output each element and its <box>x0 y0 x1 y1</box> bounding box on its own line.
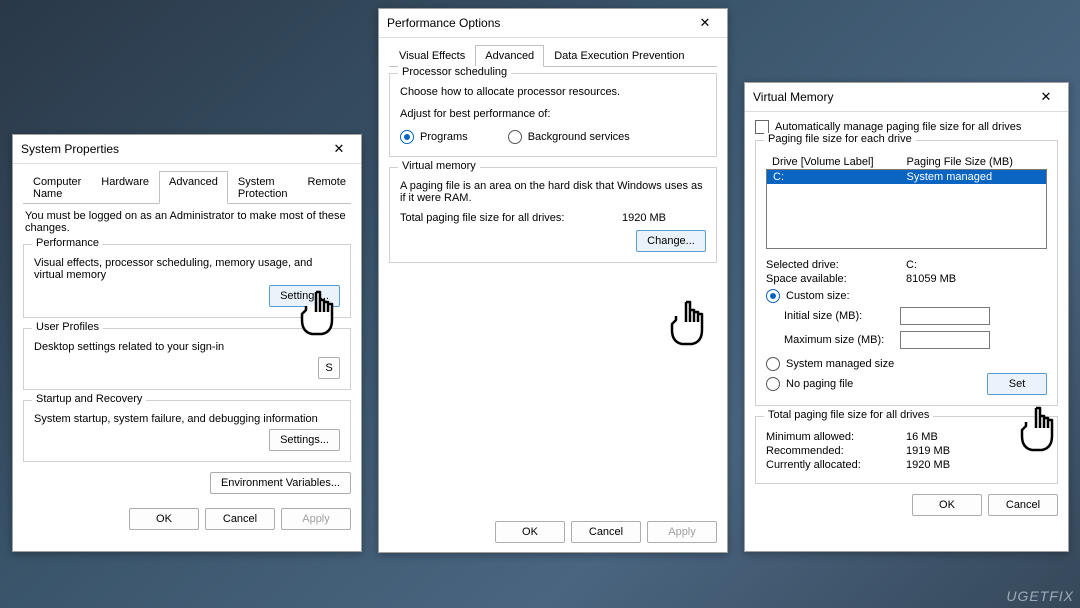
space-available-value: 81059 MB <box>906 273 956 285</box>
change-button[interactable]: Change... <box>636 230 706 252</box>
drive-row-selected[interactable]: C: System managed <box>767 170 1046 184</box>
sysprops-titlebar[interactable]: System Properties ✕ <box>13 135 361 164</box>
paging-file-legend: Paging file size for each drive <box>764 133 916 145</box>
recommended-value: 1919 MB <box>906 445 950 457</box>
selected-drive-label: Selected drive: <box>766 259 906 271</box>
userprofiles-group: User Profiles Desktop settings related t… <box>23 328 351 390</box>
radio-system-managed[interactable]: System managed size <box>766 357 1047 371</box>
tab-remote[interactable]: Remote <box>297 171 356 204</box>
radio-nopaging-label: No paging file <box>786 378 853 390</box>
startup-desc: System startup, system failure, and debu… <box>34 413 340 425</box>
maximum-size-label: Maximum size (MB): <box>784 334 894 346</box>
tab-dep[interactable]: Data Execution Prevention <box>544 45 694 67</box>
system-properties-dialog: System Properties ✕ Computer Name Hardwa… <box>12 134 362 552</box>
col-drive: Drive [Volume Label] <box>772 156 907 168</box>
virtual-memory-group: Virtual memory A paging file is an area … <box>389 167 717 263</box>
vmem-total-value: 1920 MB <box>622 212 666 224</box>
radio-custom-size[interactable]: Custom size: <box>766 289 1047 303</box>
sysprops-tabs: Computer Name Hardware Advanced System P… <box>23 170 351 204</box>
tab-advanced[interactable]: Advanced <box>475 45 544 67</box>
radio-no-paging[interactable]: No paging file <box>766 377 853 391</box>
sysprops-cancel-button[interactable]: Cancel <box>205 508 275 530</box>
tab-advanced[interactable]: Advanced <box>159 171 228 204</box>
sysprops-apply-button[interactable]: Apply <box>281 508 351 530</box>
initial-size-input[interactable] <box>900 307 990 325</box>
startup-group: Startup and Recovery System startup, sys… <box>23 400 351 462</box>
watermark: UGETFIX <box>1006 588 1074 604</box>
maximum-size-input[interactable] <box>900 331 990 349</box>
radio-icon <box>400 130 414 144</box>
drive-row-value: System managed <box>907 171 1041 183</box>
vmem-title: Virtual Memory <box>753 90 833 104</box>
close-icon[interactable]: ✕ <box>1028 86 1064 108</box>
performance-desc: Visual effects, processor scheduling, me… <box>34 257 340 281</box>
processor-scheduling-group: Processor scheduling Choose how to alloc… <box>389 73 717 157</box>
set-button[interactable]: Set <box>987 373 1047 395</box>
perfoptions-titlebar[interactable]: Performance Options ✕ <box>379 9 727 38</box>
radio-background[interactable]: Background services <box>508 130 630 144</box>
minimum-label: Minimum allowed: <box>766 431 906 443</box>
drive-list-header: Drive [Volume Label] Paging File Size (M… <box>766 155 1047 169</box>
radio-icon <box>766 289 780 303</box>
checkbox-icon <box>755 120 769 134</box>
allocated-value: 1920 MB <box>906 459 950 471</box>
performance-legend: Performance <box>32 237 103 249</box>
userprofiles-desc: Desktop settings related to your sign-in <box>34 341 340 353</box>
vmem-cancel-button[interactable]: Cancel <box>988 494 1058 516</box>
radio-icon <box>766 357 780 371</box>
auto-manage-label: Automatically manage paging file size fo… <box>775 121 1021 133</box>
auto-manage-checkbox[interactable]: Automatically manage paging file size fo… <box>755 120 1058 134</box>
recommended-label: Recommended: <box>766 445 906 457</box>
scheduling-legend: Processor scheduling <box>398 66 511 78</box>
vmem-legend: Virtual memory <box>398 160 480 172</box>
totals-group: Total paging file size for all drives Mi… <box>755 416 1058 484</box>
sysprops-notice: You must be logged on as an Administrato… <box>25 210 351 234</box>
radio-icon <box>508 130 522 144</box>
radio-sysmanaged-label: System managed size <box>786 358 894 370</box>
close-icon[interactable]: ✕ <box>321 138 357 160</box>
tab-computer-name[interactable]: Computer Name <box>23 171 91 204</box>
vmem-ok-button[interactable]: OK <box>912 494 982 516</box>
space-available-label: Space available: <box>766 273 906 285</box>
vmem-total-label: Total paging file size for all drives: <box>400 212 564 224</box>
col-size: Paging File Size (MB) <box>907 156 1042 168</box>
userprofiles-legend: User Profiles <box>32 321 103 333</box>
perfoptions-title: Performance Options <box>387 16 500 30</box>
drive-row-drive: C: <box>773 171 907 183</box>
perfoptions-cancel-button[interactable]: Cancel <box>571 521 641 543</box>
sysprops-title: System Properties <box>21 142 119 156</box>
radio-custom-label: Custom size: <box>786 290 850 302</box>
radio-programs-label: Programs <box>420 131 468 143</box>
minimum-value: 16 MB <box>906 431 938 443</box>
sysprops-ok-button[interactable]: OK <box>129 508 199 530</box>
vmem-line1: A paging file is an area on the hard dis… <box>400 180 706 204</box>
allocated-label: Currently allocated: <box>766 459 906 471</box>
vmem-titlebar[interactable]: Virtual Memory ✕ <box>745 83 1068 112</box>
initial-size-label: Initial size (MB): <box>784 310 894 322</box>
startup-settings-button[interactable]: Settings... <box>269 429 340 451</box>
perfoptions-tabs: Visual Effects Advanced Data Execution P… <box>389 44 717 67</box>
userprofiles-settings-button[interactable]: S <box>318 357 340 379</box>
perfoptions-ok-button[interactable]: OK <box>495 521 565 543</box>
startup-legend: Startup and Recovery <box>32 393 146 405</box>
radio-background-label: Background services <box>528 131 630 143</box>
tab-visual-effects[interactable]: Visual Effects <box>389 45 475 67</box>
drive-list[interactable]: C: System managed <box>766 169 1047 249</box>
tab-system-protection[interactable]: System Protection <box>228 171 298 204</box>
radio-icon <box>766 377 780 391</box>
performance-options-dialog: Performance Options ✕ Visual Effects Adv… <box>378 8 728 553</box>
close-icon[interactable]: ✕ <box>687 12 723 34</box>
scheduling-line1: Choose how to allocate processor resourc… <box>400 86 706 98</box>
paging-file-group: Paging file size for each drive Drive [V… <box>755 140 1058 406</box>
scheduling-line2: Adjust for best performance of: <box>400 108 706 120</box>
radio-programs[interactable]: Programs <box>400 130 468 144</box>
performance-group: Performance Visual effects, processor sc… <box>23 244 351 318</box>
environment-variables-button[interactable]: Environment Variables... <box>210 472 351 494</box>
totals-legend: Total paging file size for all drives <box>764 409 933 421</box>
virtual-memory-dialog: Virtual Memory ✕ Automatically manage pa… <box>744 82 1069 552</box>
performance-settings-button[interactable]: Settings... <box>269 285 340 307</box>
perfoptions-apply-button[interactable]: Apply <box>647 521 717 543</box>
tab-hardware[interactable]: Hardware <box>91 171 159 204</box>
selected-drive-value: C: <box>906 259 917 271</box>
